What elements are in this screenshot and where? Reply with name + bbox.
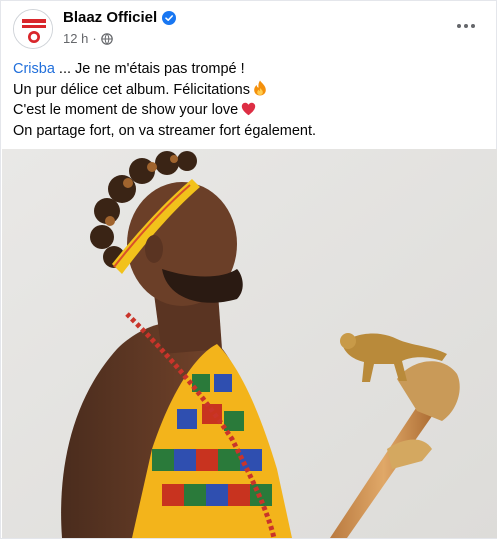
facebook-post: Blaaz Officiel 12 h · Crisba ... Je ne m… xyxy=(0,0,497,539)
caption-line-2: Un pur délice cet album. Félicitations xyxy=(13,80,483,101)
mention-link[interactable]: Crisba xyxy=(13,61,55,77)
post-meta: 12 h · xyxy=(63,31,113,46)
dot xyxy=(464,24,468,28)
post-photo[interactable] xyxy=(2,149,497,538)
caption-line-3: C'est le moment de show your love xyxy=(13,100,483,121)
caption-line-3-text: C'est le moment de show your love xyxy=(13,102,239,118)
post-caption: Crisba ... Je ne m'étais pas trompé ! Un… xyxy=(13,59,483,141)
page-avatar[interactable] xyxy=(13,9,53,49)
caption-line-2-text: Un pur délice cet album. Félicitations xyxy=(13,81,250,98)
man-with-scepter-image xyxy=(2,149,497,538)
post-header: Blaaz Officiel 12 h · xyxy=(1,1,496,57)
caption-line-1-text: ... Je ne m'étais pas trompé ! xyxy=(54,61,245,77)
author-name[interactable]: Blaaz Officiel xyxy=(63,9,157,26)
caption-line-1: Crisba ... Je ne m'étais pas trompé ! xyxy=(13,59,483,80)
dot xyxy=(471,24,475,28)
verified-badge-icon xyxy=(162,10,177,25)
more-options-button[interactable] xyxy=(454,17,478,35)
red-heart-emoji-icon xyxy=(242,102,256,116)
meta-separator: · xyxy=(92,31,97,46)
dot xyxy=(457,24,461,28)
author-name-row: Blaaz Officiel xyxy=(63,9,177,26)
caption-line-4: On partage fort, on va streamer fort éga… xyxy=(13,122,317,139)
post-time[interactable]: 12 h xyxy=(63,31,88,46)
fire-emoji-icon xyxy=(254,80,266,95)
globe-icon xyxy=(100,32,113,45)
avatar-logo-icon xyxy=(14,10,52,48)
